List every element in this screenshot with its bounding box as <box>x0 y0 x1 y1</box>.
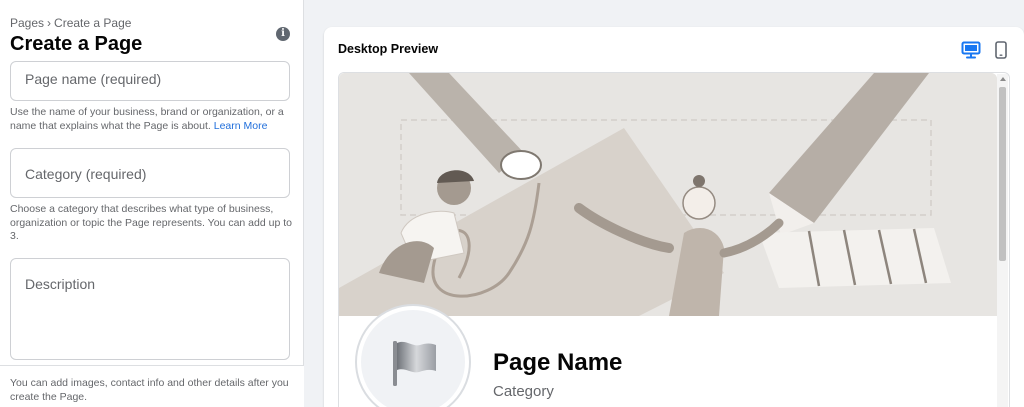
cover-illustration-art <box>339 73 997 316</box>
page-name-help-text: Use the name of your business, brand or … <box>10 106 294 133</box>
mobile-phone-icon <box>995 41 1007 59</box>
desktop-monitor-icon <box>961 41 981 59</box>
footer-note: You can add images, contact info and oth… <box>10 377 289 403</box>
mobile-preview-button[interactable] <box>993 39 1009 61</box>
cover-photo-illustration <box>339 73 997 316</box>
profile-picture-placeholder <box>355 304 471 407</box>
form-scroll-area: Pages › Create a Page Create a Page i Page… <box>0 0 304 365</box>
preview-page-name: Page Name <box>493 349 623 376</box>
category-input[interactable]: Category (required) <box>10 148 290 198</box>
desktop-preview-card: Desktop Preview Page Name Category <box>324 27 1024 407</box>
description-textarea[interactable]: Description <box>10 258 290 360</box>
form-footer: You can add images, contact info and oth… <box>0 365 304 407</box>
preview-category: Category <box>493 383 554 400</box>
category-placeholder: Category (required) <box>25 166 147 182</box>
create-page-form-panel: Pages › Create a Page Create a Page i Page… <box>0 0 304 407</box>
learn-more-link[interactable]: Learn More <box>214 120 268 132</box>
scroll-up-arrow[interactable] <box>1000 77 1006 81</box>
breadcrumb: Pages › Create a Page <box>10 16 131 30</box>
category-help-text: Choose a category that describes what ty… <box>10 203 292 242</box>
breadcrumb-separator: › <box>47 16 52 30</box>
preview-title: Desktop Preview <box>338 42 439 56</box>
page-name-input[interactable]: Page name (required) <box>10 61 290 101</box>
flag-icon <box>393 341 436 386</box>
description-placeholder: Description <box>25 276 96 292</box>
breadcrumb-pages-link[interactable]: Pages <box>10 16 44 30</box>
preview-scrollbar[interactable] <box>997 74 1008 407</box>
desktop-preview-button[interactable] <box>960 39 982 61</box>
scrollbar-thumb[interactable] <box>999 87 1006 261</box>
page-preview-frame: Page Name Category <box>338 72 1010 407</box>
page-name-placeholder: Page name (required) <box>25 71 162 87</box>
breadcrumb-current: Create a Page <box>54 16 132 30</box>
page-title: Create a Page <box>10 33 143 55</box>
info-icon[interactable]: i <box>276 27 290 41</box>
